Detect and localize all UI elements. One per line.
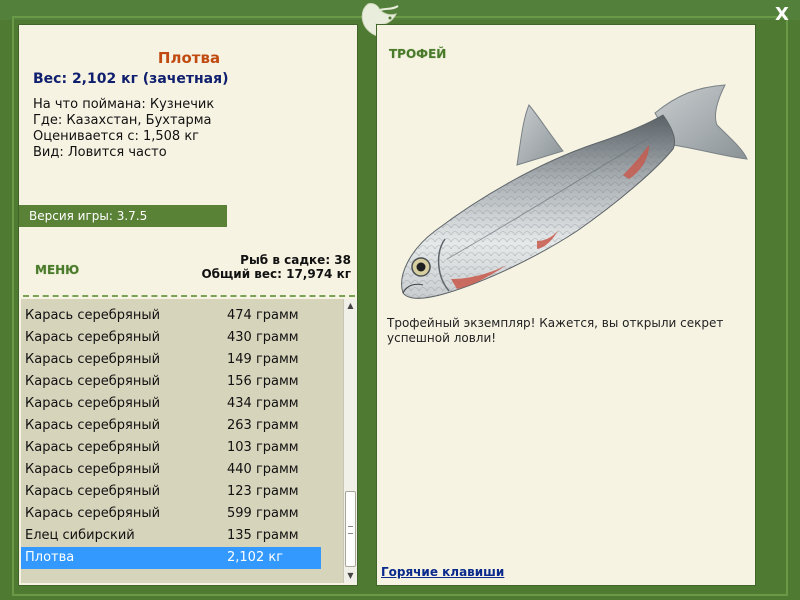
catch-stats: Рыб в садке: 38 Общий вес: 17,974 кг: [201, 253, 351, 281]
fish-name: Плотва: [157, 49, 221, 67]
catch-fish-name: Карась серебряный: [25, 506, 161, 521]
catch-fish-weight: 135 грамм: [227, 528, 299, 543]
catch-list-item[interactable]: Плотва 2,102 кг: [21, 547, 321, 569]
hotkeys-link[interactable]: Горячие клавиши: [381, 565, 504, 579]
catch-list-item[interactable]: Карась серебряный 156 грамм: [21, 371, 321, 393]
catch-fish-name: Карась серебряный: [25, 484, 161, 499]
scroll-up-arrow-icon[interactable]: ▲: [344, 299, 357, 313]
catch-fish-name: Карась серебряный: [25, 396, 161, 411]
catch-fish-name: Плотва: [25, 550, 75, 565]
game-version-bar: Версия игры: 3.7.5: [19, 205, 227, 227]
dashed-divider: [23, 295, 355, 297]
menu-button[interactable]: МЕНЮ: [35, 263, 79, 277]
fish-kind: Вид: Ловится часто: [33, 145, 167, 160]
catch-fish-weight: 149 грамм: [227, 352, 299, 367]
catch-list-item[interactable]: Карась серебряный 123 грамм: [21, 481, 321, 503]
catch-list[interactable]: Плотва 2,102 кг Елец сибирский 135 грамм Кар…: [21, 299, 357, 583]
catch-fish-weight: 123 грамм: [227, 484, 299, 499]
scroll-down-arrow-icon[interactable]: ▼: [344, 569, 357, 583]
catch-fish-name: Карась серебряный: [25, 440, 161, 455]
catch-list-item[interactable]: Карась серебряный 149 грамм: [21, 349, 321, 371]
fish-info-panel: Плотва Вес: 2,102 кг (зачетная) На что п…: [18, 24, 358, 586]
catch-fish-weight: 263 грамм: [227, 418, 299, 433]
catch-list-item[interactable]: Карась серебряный 263 грамм: [21, 415, 321, 437]
catch-fish-name: Елец сибирский: [25, 528, 135, 543]
trophy-panel: ТРОФЕЙ Трофейный экземпляр! Кажется, вы …: [376, 24, 756, 586]
scrollbar[interactable]: ▲ ▼: [343, 299, 357, 583]
fish-bait: На что поймана: Кузнечик: [33, 97, 215, 112]
scroll-thumb[interactable]: [345, 491, 356, 567]
catch-list-item[interactable]: Карась серебряный 430 грамм: [21, 327, 321, 349]
fish-count: Рыб в садке: 38: [240, 253, 351, 267]
catch-fish-weight: 2,102 кг: [227, 550, 284, 565]
fish-weight: Вес: 2,102 кг (зачетная): [33, 71, 229, 87]
trophy-message: Трофейный экземпляр! Кажется, вы открыли…: [387, 316, 724, 345]
roach-fish-icon: [401, 84, 748, 299]
catch-fish-name: Карась серебряный: [25, 352, 161, 367]
catch-list-item[interactable]: Карась серебряный 599 грамм: [21, 503, 321, 525]
catch-fish-name: Карась серебряный: [25, 308, 161, 323]
catch-fish-weight: 430 грамм: [227, 330, 299, 345]
catch-fish-weight: 156 грамм: [227, 374, 299, 389]
catch-fish-name: Карась серебряный: [25, 374, 161, 389]
catch-fish-weight: 103 грамм: [227, 440, 299, 455]
catch-fish-name: Карась серебряный: [25, 462, 161, 477]
catch-fish-weight: 599 грамм: [227, 506, 299, 521]
catch-fish-name: Карась серебряный: [25, 418, 161, 433]
catch-fish-weight: 434 грамм: [227, 396, 299, 411]
catch-list-item[interactable]: Карась серебряный 103 грамм: [21, 437, 321, 459]
fish-place: Где: Казахстан, Бухтарма: [33, 113, 212, 128]
close-button[interactable]: X: [772, 4, 792, 26]
catch-fish-weight: 474 грамм: [227, 308, 299, 323]
catch-fish-name: Карась серебряный: [25, 330, 161, 345]
catch-list-item[interactable]: Елец сибирский 135 грамм: [21, 525, 321, 547]
catch-fish-weight: 440 грамм: [227, 462, 299, 477]
catch-list-item[interactable]: Карась серебряный 434 грамм: [21, 393, 321, 415]
catch-list-item[interactable]: Карась серебряный 474 грамм: [21, 305, 321, 327]
fish-price: Оценивается с: 1,508 кг: [33, 129, 200, 144]
total-weight: Общий вес: 17,974 кг: [201, 267, 351, 281]
catch-list-item[interactable]: Карась серебряный 440 грамм: [21, 459, 321, 481]
